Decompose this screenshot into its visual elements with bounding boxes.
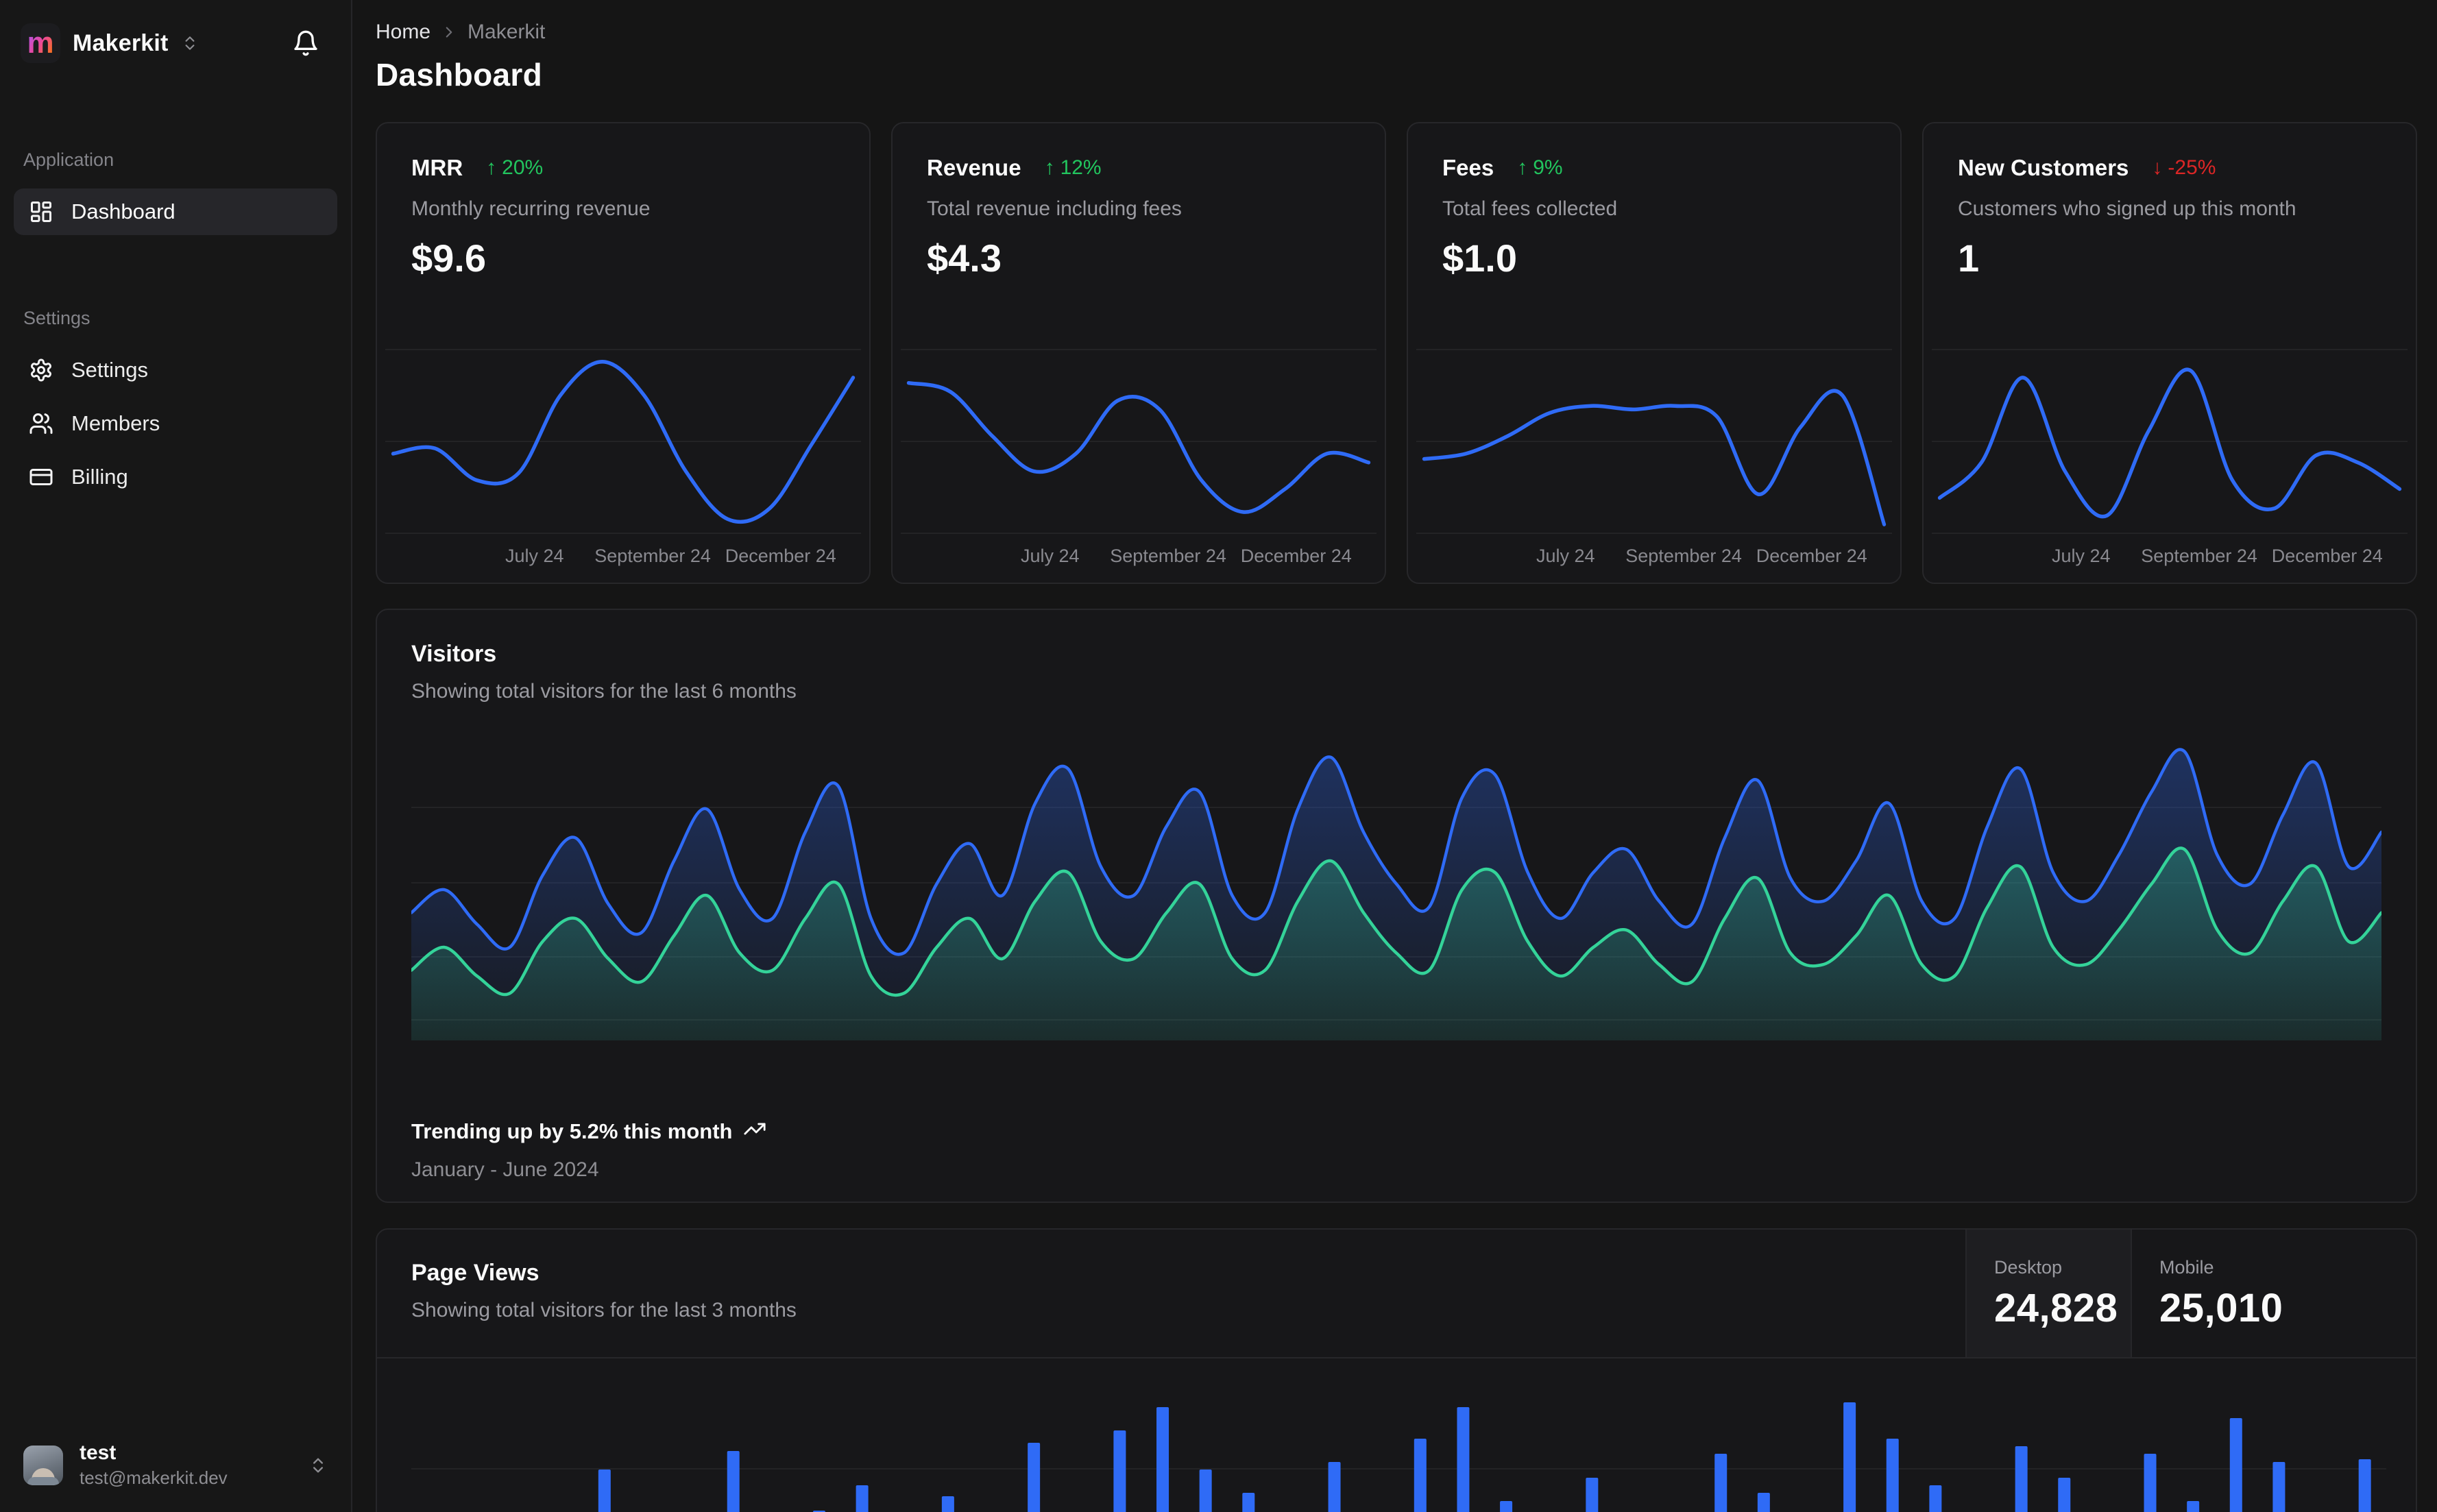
mobile-value: 25,010: [2159, 1286, 2283, 1330]
page-views-title: Page Views: [411, 1260, 539, 1286]
workspace-name: Makerkit: [73, 29, 169, 56]
users-icon: [29, 411, 53, 436]
stat-description: Customers who signed up this month: [1958, 197, 2296, 220]
sidebar-item-label: Members: [71, 411, 160, 435]
app-root: m Makerkit Application Dashboard Setting…: [0, 0, 2437, 1512]
mrr-sparkline-chart: [385, 345, 861, 537]
sidebar-item-dashboard[interactable]: Dashboard: [14, 188, 337, 235]
stat-title: New Customers: [1958, 155, 2129, 180]
mobile-label: Mobile: [2159, 1257, 2214, 1278]
visitors-area-chart: [411, 731, 2381, 1040]
nav-section-settings: Settings: [23, 308, 90, 328]
workspace-selector[interactable]: m Makerkit: [14, 19, 337, 67]
x-axis-labels: July 24 September 24 December 24: [1020, 546, 1352, 566]
trending-up-icon: [743, 1117, 766, 1146]
stat-value: $4.3: [927, 236, 1002, 280]
stat-title: Revenue: [927, 155, 1021, 180]
stat-description: Monthly recurring revenue: [411, 197, 651, 220]
arrow-up-icon: ↑: [1044, 156, 1055, 179]
breadcrumb-home-link[interactable]: Home: [376, 21, 431, 44]
credit-card-icon: [29, 465, 53, 489]
x-axis-labels: July 24 September 24 December 24: [505, 546, 836, 566]
user-email: test@makerkit.dev: [80, 1467, 228, 1488]
stat-value: $9.6: [411, 236, 486, 280]
desktop-label: Desktop: [1994, 1257, 2063, 1278]
trend-badge: ↓ -25%: [2152, 156, 2216, 179]
stat-description: Total fees collected: [1442, 197, 1618, 220]
sidebar-item-settings[interactable]: Settings: [14, 347, 337, 393]
sidebar-item-label: Billing: [71, 465, 128, 489]
visitors-title: Visitors: [411, 641, 497, 667]
main-content: Home Makerkit Dashboard MRR ↑ 20% Monthly…: [352, 0, 2437, 1512]
stat-value: 1: [1958, 236, 1980, 280]
user-menu[interactable]: test test@makerkit.dev: [14, 1435, 337, 1496]
visitors-subtitle: Showing total visitors for the last 6 mo…: [411, 680, 797, 703]
nav-section-application: Application: [23, 149, 114, 170]
logo-letter: m: [27, 26, 54, 60]
trend-badge: ↑ 12%: [1044, 156, 1102, 179]
avatar: [23, 1445, 63, 1485]
stat-description: Total revenue including fees: [927, 197, 1182, 220]
stat-title: Fees: [1442, 155, 1494, 180]
trend-badge: ↑ 20%: [486, 156, 544, 179]
x-axis-labels: July 24 September 24 December 24: [2051, 546, 2383, 566]
chevrons-up-down-icon: [181, 34, 199, 52]
stat-title: MRR: [411, 155, 463, 180]
sidebar-nav: Application Dashboard Settings Settings: [14, 149, 337, 507]
user-name: test: [80, 1441, 117, 1464]
new-customers-sparkline-chart: [1932, 345, 2408, 537]
revenue-sparkline-chart: [901, 345, 1377, 537]
sidebar-item-label: Dashboard: [71, 199, 175, 223]
trend-badge: ↑ 9%: [1517, 156, 1563, 179]
stat-value: $1.0: [1442, 236, 1517, 280]
x-axis-labels: July 24 September 24 December 24: [1536, 546, 1867, 566]
sidebar-item-label: Settings: [71, 358, 149, 382]
dashboard-icon: [29, 199, 53, 224]
toggle-mobile[interactable]: Mobile 25,010: [2131, 1230, 2416, 1357]
page-views-bar-chart: [411, 1376, 2386, 1512]
chevron-right-icon: [440, 23, 458, 41]
visitors-trend-text: Trending up by 5.2% this month: [411, 1119, 733, 1143]
gear-icon: [29, 358, 53, 382]
desktop-value: 24,828: [1994, 1286, 2118, 1330]
arrow-up-icon: ↑: [1517, 156, 1528, 179]
stat-cards-row: MRR ↑ 20% Monthly recurring revenue $9.6 …: [376, 122, 2417, 584]
stat-card-mrr: MRR ↑ 20% Monthly recurring revenue $9.6 …: [376, 122, 871, 584]
notifications-bell-icon[interactable]: [292, 29, 329, 57]
sidebar: m Makerkit Application Dashboard Setting…: [0, 0, 352, 1512]
page-title: Dashboard: [376, 57, 542, 93]
toggle-desktop[interactable]: Desktop 24,828: [1965, 1230, 2131, 1357]
page-views-subtitle: Showing total visitors for the last 3 mo…: [411, 1299, 797, 1321]
page-views-card: Page Views Showing total visitors for th…: [376, 1228, 2417, 1512]
breadcrumb-current: Makerkit: [468, 21, 546, 43]
fees-sparkline-chart: [1416, 345, 1892, 537]
sidebar-item-members[interactable]: Members: [14, 400, 337, 447]
visitors-period: January - June 2024: [411, 1158, 599, 1181]
makerkit-logo: m: [21, 23, 60, 63]
arrow-up-icon: ↑: [486, 156, 497, 179]
chevrons-up-down-icon: [308, 1456, 328, 1475]
stat-card-revenue: Revenue ↑ 12% Total revenue including fee…: [891, 122, 1386, 584]
breadcrumb: Home Makerkit: [376, 21, 2417, 44]
stat-card-new-customers: New Customers ↓ -25% Customers who signed…: [1922, 122, 2417, 584]
sidebar-item-billing[interactable]: Billing: [14, 454, 337, 500]
arrow-down-icon: ↓: [2152, 156, 2163, 179]
visitors-card: Visitors Showing total visitors for the …: [376, 609, 2417, 1203]
stat-card-fees: Fees ↑ 9% Total fees collected $1.0 July …: [1407, 122, 1902, 584]
